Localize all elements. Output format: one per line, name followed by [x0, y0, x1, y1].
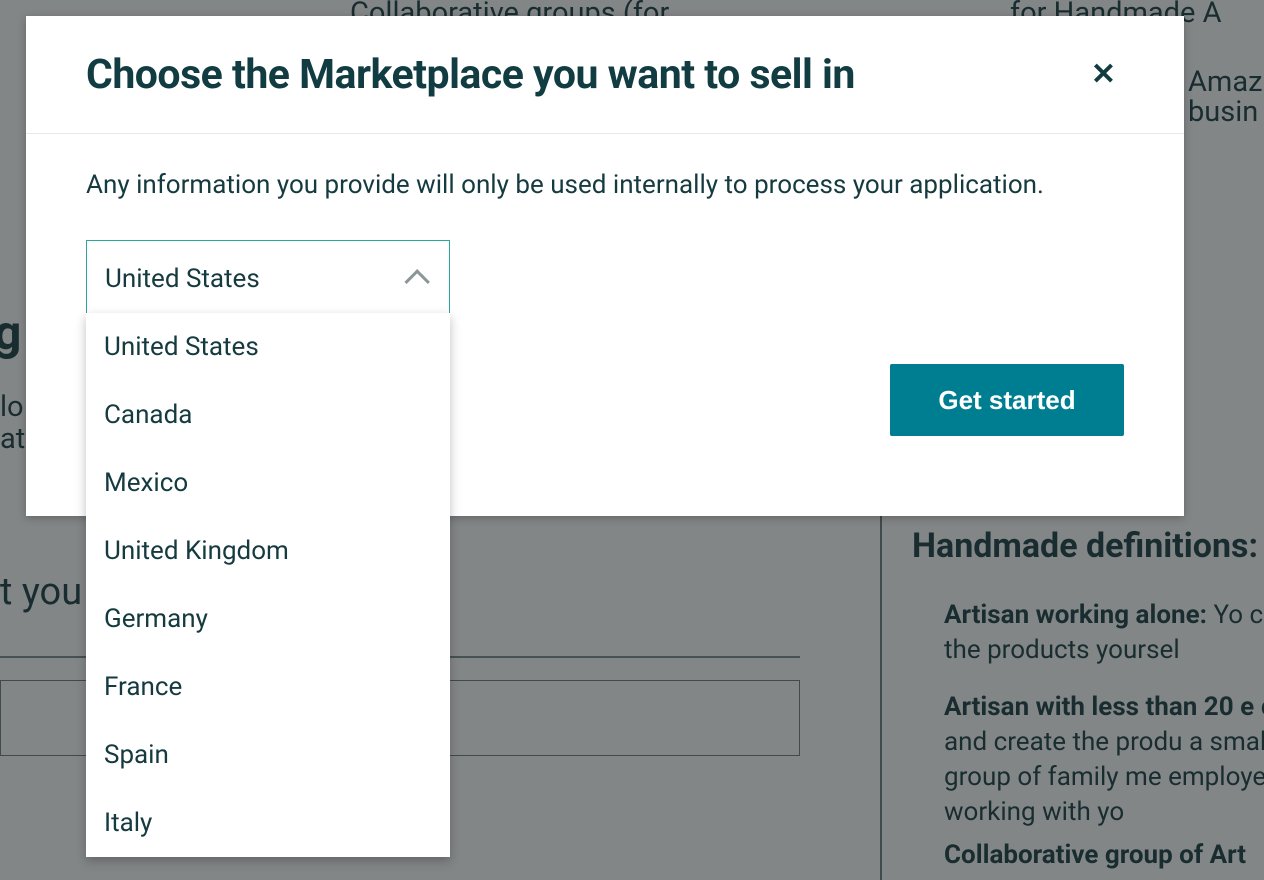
marketplace-option-france[interactable]: France: [86, 653, 450, 721]
marketplace-option-united-states[interactable]: United States: [86, 313, 450, 381]
marketplace-option-italy[interactable]: Italy: [86, 789, 450, 857]
marketplace-dropdown[interactable]: United States Canada Mexico United Kingd…: [86, 313, 450, 857]
marketplace-select[interactable]: United States: [86, 240, 450, 318]
marketplace-option-united-kingdom[interactable]: United Kingdom: [86, 517, 450, 585]
modal-header: Choose the Marketplace you want to sell …: [26, 16, 1184, 134]
chevron-up-icon: [404, 269, 429, 294]
marketplace-option-canada[interactable]: Canada: [86, 381, 450, 449]
modal-title: Choose the Marketplace you want to sell …: [86, 51, 855, 99]
modal-description: Any information you provide will only be…: [86, 170, 1124, 200]
marketplace-option-mexico[interactable]: Mexico: [86, 449, 450, 517]
marketplace-option-germany[interactable]: Germany: [86, 585, 450, 653]
marketplace-select-value: United States: [105, 264, 260, 294]
marketplace-option-spain[interactable]: Spain: [86, 721, 450, 789]
get-started-button[interactable]: Get started: [890, 364, 1124, 436]
close-icon[interactable]: ✕: [1083, 49, 1124, 100]
